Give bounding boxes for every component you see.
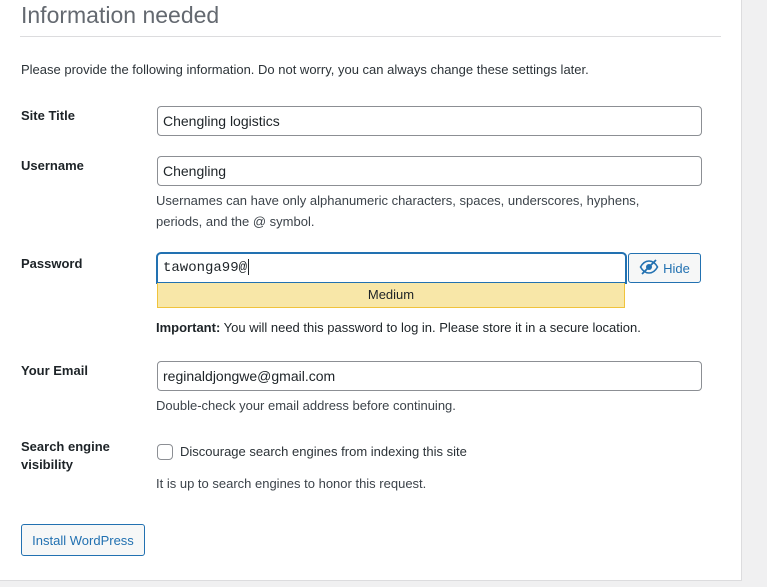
install-wordpress-button[interactable]: Install WordPress	[21, 524, 145, 556]
important-text: You will need this password to log in. P…	[220, 320, 641, 335]
page-title: Information needed	[21, 2, 220, 28]
username-help-line2: periods, and the @ symbol.	[156, 214, 315, 229]
password-value: tawonga99@	[163, 260, 248, 276]
search-visibility-label-line2: visibility	[21, 457, 74, 472]
hide-button-label: Hide	[663, 260, 690, 276]
title-divider	[20, 36, 721, 37]
email-help: Double-check your email address before c…	[156, 398, 456, 413]
email-label: Your Email	[21, 363, 88, 378]
password-input[interactable]: tawonga99@	[157, 253, 626, 283]
setup-card: Information needed Please provide the fo…	[0, 0, 742, 581]
site-title-label: Site Title	[21, 108, 75, 123]
search-visibility-label: Search engine visibility	[21, 438, 110, 474]
intro-text: Please provide the following information…	[21, 62, 589, 77]
hide-password-button[interactable]: Hide	[628, 253, 701, 283]
username-help-line1: Usernames can have only alphanumeric cha…	[156, 193, 640, 208]
eye-slash-icon	[639, 258, 659, 278]
password-label: Password	[21, 256, 83, 271]
important-label: Important:	[156, 320, 221, 335]
password-important-note: Important: You will need this password t…	[156, 317, 641, 338]
search-visibility-label-line1: Search engine	[21, 439, 110, 454]
site-title-input[interactable]: Chengling logistics	[157, 106, 702, 136]
username-help: Usernames can have only alphanumeric cha…	[156, 190, 639, 232]
email-input[interactable]: reginaldjongwe@gmail.com	[157, 361, 702, 391]
username-input[interactable]: Chengling	[157, 156, 702, 186]
password-strength-meter: Medium	[157, 283, 625, 308]
discourage-search-checkbox[interactable]	[157, 444, 173, 460]
username-label: Username	[21, 158, 84, 173]
search-visibility-help: It is up to search engines to honor this…	[156, 476, 427, 491]
discourage-search-label[interactable]: Discourage search engines from indexing …	[180, 441, 467, 462]
text-caret	[248, 259, 250, 276]
